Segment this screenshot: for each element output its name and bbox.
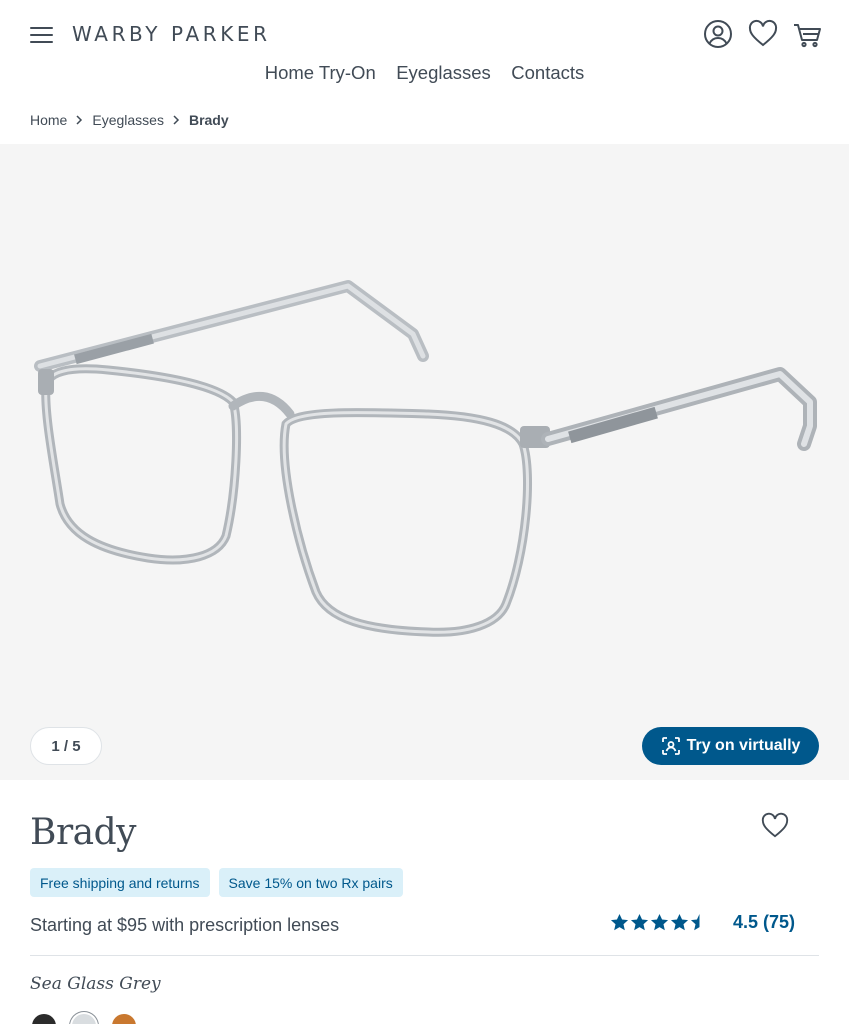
promo-badges: Free shipping and returns Save 15% on tw… [30,868,403,897]
star-rating [610,913,709,932]
breadcrumb-home[interactable]: Home [30,112,67,128]
badge-save-15: Save 15% on two Rx pairs [218,868,403,897]
favorite-heart-icon[interactable] [760,811,790,839]
logo[interactable]: WARBY PARKER [72,22,271,46]
badge-free-shipping: Free shipping and returns [30,868,210,897]
breadcrumb: Home Eyeglasses Brady [30,112,229,128]
swatch-sea-glass-grey[interactable] [72,1014,96,1024]
nav-eyeglasses[interactable]: Eyeglasses [396,62,491,84]
nav-home-try-on[interactable]: Home Try-On [265,62,376,84]
cart-icon[interactable] [791,18,823,50]
swatch-tortoise[interactable] [112,1014,136,1024]
product-title: Brady [30,812,137,853]
star-icon [650,913,669,931]
star-half-icon [690,913,700,931]
star-icon [630,913,649,931]
try-on-label: Try on virtually [686,737,801,754]
menu-icon[interactable] [30,24,54,46]
account-icon[interactable] [702,18,734,50]
try-on-virtually-button[interactable]: Try on virtually [642,727,819,765]
chevron-right-icon [173,115,180,125]
color-name: Sea Glass Grey [30,974,161,994]
nav-contacts[interactable]: Contacts [511,62,584,84]
chevron-right-icon [76,115,83,125]
swatch-black[interactable] [32,1014,56,1024]
breadcrumb-current: Brady [188,112,229,128]
main-nav: Home Try-On Eyeglasses Contacts [0,62,849,84]
rating[interactable]: 4.5 (75) [610,912,795,933]
site-header: WARBY PARKER Home Try-On Eyeglasses Cont… [0,0,849,100]
image-counter: 1 / 5 [30,727,102,765]
product-gallery[interactable]: 1 / 5 Try on virtually [0,144,849,780]
product-image [34,280,817,637]
rating-count[interactable]: 4.5 (75) [733,912,795,933]
face-scan-icon [661,737,680,755]
breadcrumb-eyeglasses[interactable]: Eyeglasses [92,112,164,128]
price-text: Starting at $95 with prescription lenses [30,915,340,935]
star-icon [610,913,629,931]
star-icon [670,913,689,931]
divider [30,955,819,956]
favorites-icon[interactable] [747,18,779,50]
